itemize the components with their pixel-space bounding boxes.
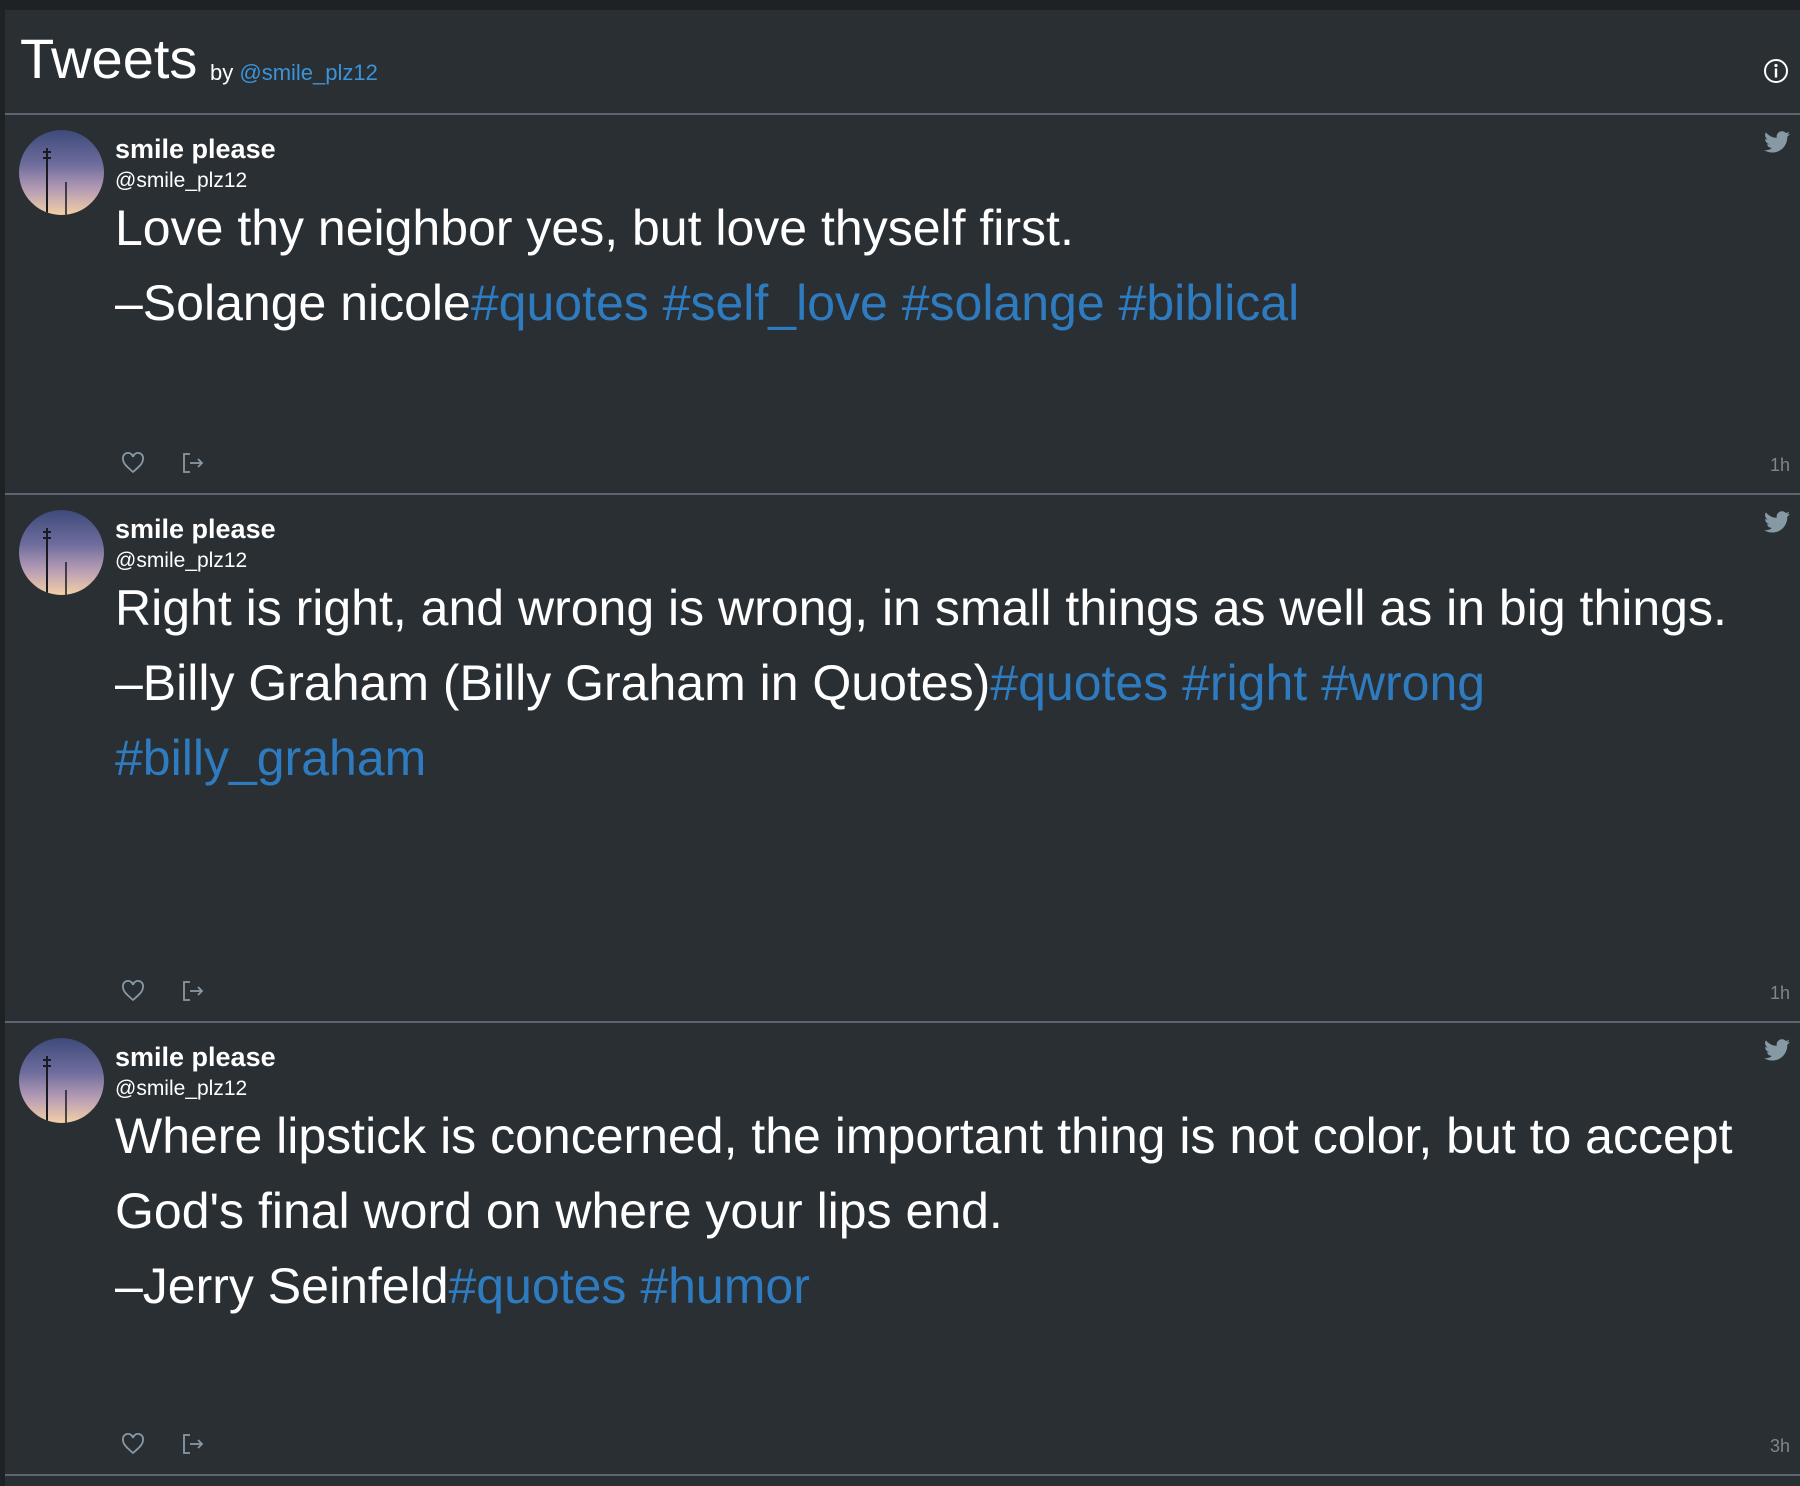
byline-handle-link[interactable]: @smile_plz12 (239, 60, 378, 85)
heart-icon[interactable] (120, 450, 146, 476)
tweet-body: Right is right, and wrong is wrong, in s… (115, 580, 1727, 711)
widget-title: Tweets (20, 27, 198, 90)
twitter-bird-icon[interactable] (1764, 1039, 1790, 1061)
author-name[interactable]: smile please (115, 133, 276, 165)
tweet-timestamp[interactable]: 1h (1770, 455, 1790, 476)
tweet-text: Where lipstick is concerned, the importa… (115, 1099, 1755, 1324)
avatar[interactable] (19, 510, 104, 595)
author-handle[interactable]: @smile_plz12 (115, 549, 247, 573)
author-name[interactable]: smile please (115, 1041, 276, 1073)
share-icon[interactable] (180, 450, 206, 476)
author-handle[interactable]: @smile_plz12 (115, 1077, 247, 1101)
avatar[interactable] (19, 1038, 104, 1123)
tweet-item[interactable]: smile please @smile_plz12 Love thy neigh… (5, 115, 1800, 495)
info-icon[interactable] (1762, 57, 1790, 85)
author-handle[interactable]: @smile_plz12 (115, 169, 247, 193)
tweet-text: Love thy neighbor yes, but love thyself … (115, 191, 1755, 341)
avatar[interactable] (19, 130, 104, 215)
share-icon[interactable] (180, 1431, 206, 1457)
twitter-bird-icon[interactable] (1764, 511, 1790, 533)
tweet-text: Right is right, and wrong is wrong, in s… (115, 571, 1755, 796)
author-name[interactable]: smile please (115, 513, 276, 545)
tweets-widget: Tweets by @smile_plz12 smile please @smi… (0, 0, 1800, 1486)
byline-prefix: by (210, 60, 234, 85)
tweet-timestamp[interactable]: 3h (1770, 1436, 1790, 1457)
tweet-item[interactable]: smile please @smile_plz12 Right is right… (5, 495, 1800, 1023)
widget-header: Tweets by @smile_plz12 (5, 10, 1800, 115)
share-icon[interactable] (180, 978, 206, 1004)
heart-icon[interactable] (120, 1431, 146, 1457)
tweet-hashtags[interactable]: #quotes #humor (449, 1258, 810, 1314)
tweet-timestamp[interactable]: 1h (1770, 983, 1790, 1004)
twitter-bird-icon[interactable] (1764, 131, 1790, 153)
tweet-body: Where lipstick is concerned, the importa… (115, 1108, 1733, 1314)
widget-byline: by @smile_plz12 (210, 61, 378, 85)
heart-icon[interactable] (120, 978, 146, 1004)
tweet-item[interactable]: smile please @smile_plz12 Where lipstick… (5, 1023, 1800, 1476)
tweet-hashtags[interactable]: #quotes #self_love #solange #biblical (471, 275, 1299, 331)
